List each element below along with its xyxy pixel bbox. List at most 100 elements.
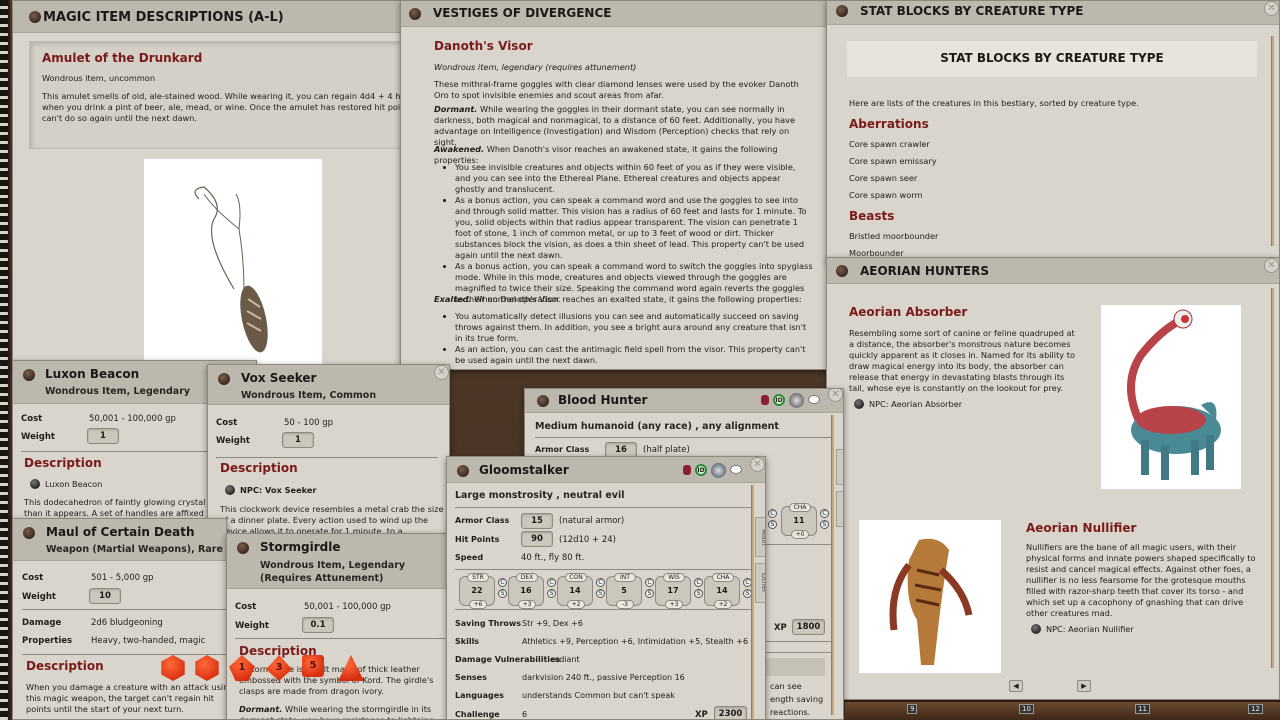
window-knob-icon[interactable] — [457, 465, 469, 477]
window-knob-icon[interactable] — [29, 11, 41, 23]
maul-window[interactable]: Maul of Certain Death Weapon (Martial We… — [12, 518, 227, 720]
group-heading: Aberrations — [849, 117, 929, 131]
scrollbar[interactable] — [831, 415, 834, 715]
gloomstalker-window[interactable]: Gloomstalker ID ✕ Large monstrosity , ne… — [446, 456, 766, 720]
npc-link-icon[interactable] — [854, 399, 864, 409]
check-button[interactable]: C — [596, 578, 605, 587]
magic-item-descriptions-window[interactable]: MAGIC ITEM DESCRIPTIONS (A-L) Amulet of … — [12, 0, 404, 370]
check-button[interactable]: C — [820, 509, 829, 518]
ability-dex[interactable]: DEX 16 +3 — [508, 573, 544, 609]
token-portrait-icon[interactable] — [711, 463, 726, 478]
xp-field[interactable]: 1800 — [792, 619, 825, 635]
save-button[interactable]: S — [768, 520, 777, 529]
save-button[interactable]: S — [694, 589, 703, 598]
hotkey-slot[interactable]: 11 — [1135, 704, 1150, 714]
previous-page-button[interactable]: ◀ — [1009, 680, 1023, 692]
check-button[interactable]: C — [498, 578, 507, 587]
scrollbar[interactable] — [1271, 36, 1274, 246]
weight-field[interactable]: 1 — [87, 428, 119, 444]
die-d6-icon[interactable]: 5 — [302, 655, 324, 677]
aeorian-hunters-window[interactable]: AEORIAN HUNTERS ✕ Aeorian Absorber Resem… — [826, 257, 1280, 700]
npc-link-icon[interactable] — [1031, 624, 1041, 634]
damage-label: Damage — [22, 618, 62, 628]
lock-icon[interactable] — [761, 395, 769, 405]
item-title: Luxon Beacon — [45, 367, 140, 381]
close-icon[interactable]: ✕ — [434, 365, 449, 380]
vestiges-window[interactable]: VESTIGES OF DIVERGENCE Danoth's Visor Wo… — [400, 0, 830, 370]
window-knob-icon[interactable] — [836, 265, 848, 277]
save-button[interactable]: S — [820, 520, 829, 529]
save-button[interactable]: S — [547, 589, 556, 598]
check-button[interactable]: C — [547, 578, 556, 587]
token-portrait-icon[interactable] — [789, 393, 804, 408]
window-knob-icon[interactable] — [23, 527, 35, 539]
item-link[interactable]: NPC: Vox Seeker — [240, 485, 316, 496]
ability-con[interactable]: CON 14 +2 — [557, 573, 593, 609]
hotkey-slot[interactable]: 9 — [907, 704, 918, 714]
exalted-list: You automatically detect illusions you c… — [455, 311, 813, 366]
ability-modifier: +0 — [791, 530, 809, 539]
hotkey-slot[interactable]: 12 — [1248, 704, 1263, 714]
creature-link[interactable]: Core spawn seer — [849, 173, 917, 184]
creature-link[interactable]: Core spawn worm — [849, 190, 922, 201]
ability-cha[interactable]: CHA 14 +2 — [704, 573, 740, 609]
id-icon[interactable]: ID — [773, 394, 785, 406]
link-icon[interactable] — [30, 479, 40, 489]
lock-icon[interactable] — [683, 465, 691, 475]
ability-cha[interactable]: CHA 11 +0 — [781, 503, 817, 539]
nullifier-link[interactable]: NPC: Aeorian Nullifier — [1046, 624, 1134, 635]
hit-points-field[interactable]: 90 — [521, 531, 553, 547]
save-button[interactable]: S — [596, 589, 605, 598]
tab-other[interactable]: Other — [836, 491, 843, 527]
weight-field[interactable]: 0.1 — [302, 617, 334, 633]
check-button[interactable]: C — [768, 509, 777, 518]
tab-main[interactable]: Main — [836, 449, 843, 485]
window-knob-icon[interactable] — [23, 369, 35, 381]
check-button[interactable]: C — [694, 578, 703, 587]
entry-text: This amulet smells of old, ale-stained w… — [42, 91, 404, 123]
npc-link-icon[interactable] — [225, 485, 235, 495]
absorber-link[interactable]: NPC: Aeorian Absorber — [869, 399, 962, 410]
tab-main[interactable]: Main — [755, 517, 765, 557]
creature-link[interactable]: Bristled moorbounder — [849, 231, 938, 242]
window-knob-icon[interactable] — [836, 5, 848, 17]
ability-int[interactable]: INT 5 -3 — [606, 573, 642, 609]
save-button[interactable]: S — [645, 589, 654, 598]
close-icon[interactable]: ✕ — [1264, 258, 1279, 273]
next-page-button[interactable]: ▶ — [1077, 680, 1091, 692]
skills-label: Skills — [455, 637, 480, 646]
check-button[interactable]: C — [645, 578, 654, 587]
chat-bubble-icon[interactable] — [730, 465, 742, 474]
creature-link[interactable]: Core spawn crawler — [849, 139, 930, 150]
window-knob-icon[interactable] — [537, 395, 549, 407]
window-knob-icon[interactable] — [218, 373, 230, 385]
weight-label: Weight — [216, 436, 250, 446]
chat-bubble-icon[interactable] — [808, 395, 820, 404]
weight-field[interactable]: 1 — [282, 432, 314, 448]
stormgirdle-window[interactable]: Stormgirdle Wondrous Item, Legendary (Re… — [226, 533, 448, 720]
ability-name: STR — [467, 573, 489, 582]
window-knob-icon[interactable] — [409, 8, 421, 20]
window-knob-icon[interactable] — [237, 542, 249, 554]
aeorian-absorber-image — [1101, 305, 1241, 489]
scrollbar[interactable] — [1271, 288, 1274, 668]
weight-label: Weight — [22, 592, 56, 602]
item-link[interactable]: Luxon Beacon — [45, 479, 102, 490]
hotkey-slot[interactable]: 10 — [1019, 704, 1034, 714]
ability-wis[interactable]: WIS 17 +3 — [655, 573, 691, 609]
scrollbar[interactable] — [751, 485, 754, 719]
save-button[interactable]: S — [498, 589, 507, 598]
hotkey-bar: 9 10 11 12 — [845, 700, 1280, 720]
creature-link[interactable]: Core spawn emissary — [849, 156, 937, 167]
armor-class-field[interactable]: 15 — [521, 513, 553, 529]
stat-blocks-window[interactable]: STAT BLOCKS BY CREATURE TYPE ✕ STAT BLOC… — [826, 0, 1280, 262]
weight-field[interactable]: 10 — [89, 588, 121, 604]
close-icon[interactable]: ✕ — [750, 457, 765, 472]
tab-other[interactable]: Other — [755, 563, 765, 603]
id-icon[interactable]: ID — [695, 464, 707, 476]
ability-str[interactable]: STR 22 +6 — [459, 573, 495, 609]
ability-name: CON — [565, 573, 587, 582]
close-icon[interactable]: ✕ — [1264, 1, 1279, 16]
creature-type: Large monstrosity , neutral evil — [455, 490, 625, 501]
xp-field[interactable]: 2300 — [714, 706, 747, 719]
